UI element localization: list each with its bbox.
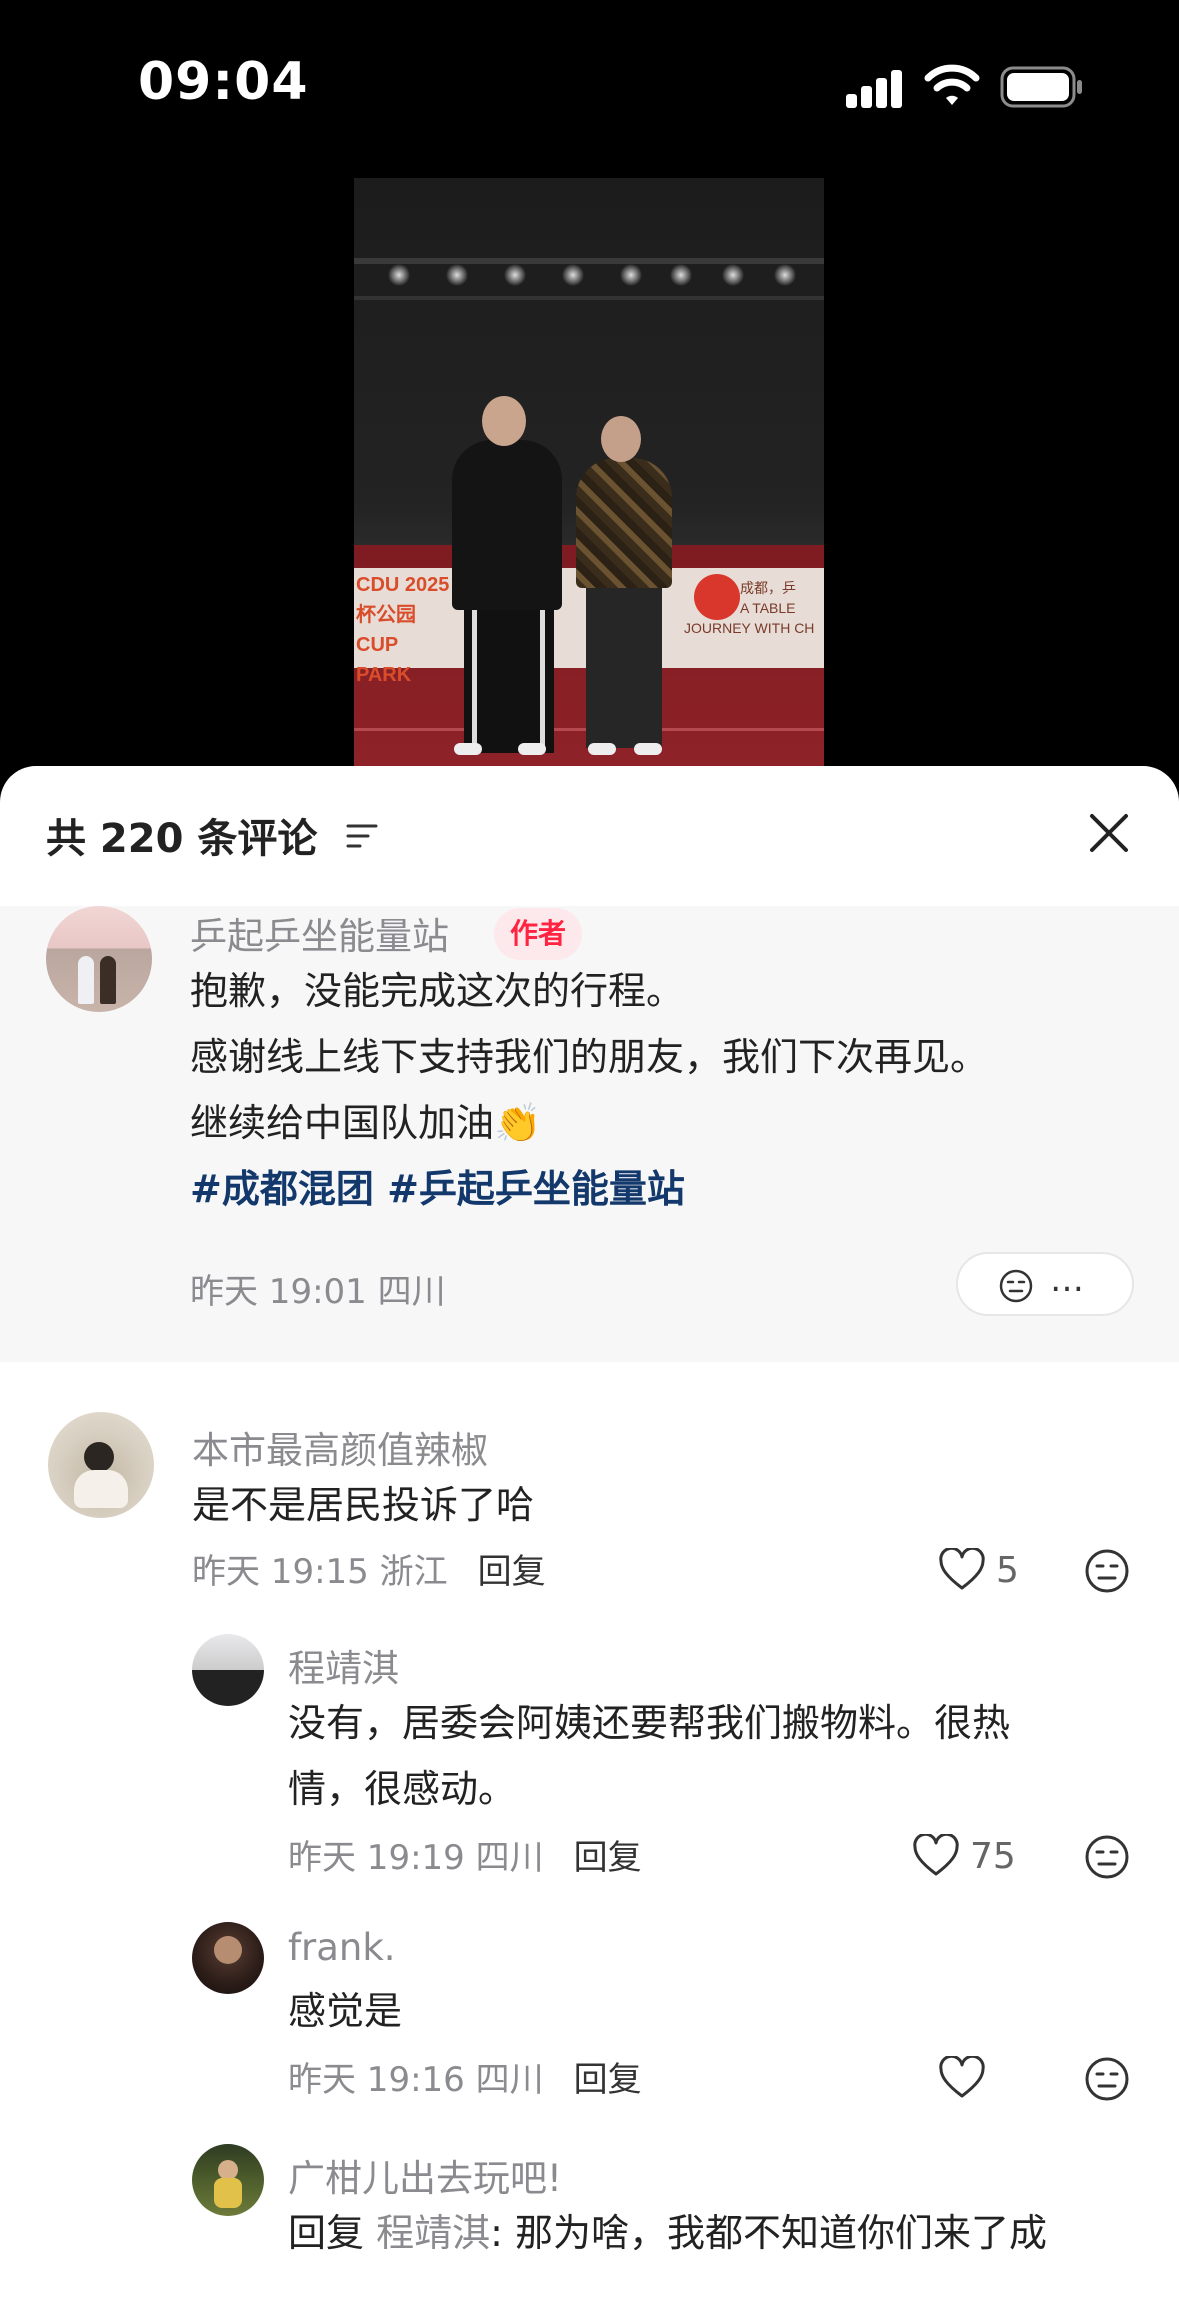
stage-light bbox=[620, 264, 642, 286]
commenter-name[interactable]: 程靖淇 bbox=[288, 1638, 399, 1692]
sort-filter-icon[interactable] bbox=[346, 822, 378, 850]
avatar-figure bbox=[78, 956, 94, 1004]
avatar[interactable] bbox=[48, 1412, 154, 1518]
stage-light bbox=[722, 264, 744, 286]
stage-light bbox=[774, 264, 796, 286]
reply-button[interactable]: 回复 bbox=[574, 1838, 642, 1878]
pants-stripe bbox=[472, 608, 477, 748]
stage-truss-lower bbox=[354, 296, 824, 300]
reply-button[interactable]: 回复 bbox=[574, 2060, 642, 2100]
comment-text: 回复 程靖淇: 那为啥，我都不知道你们来了成 bbox=[288, 2211, 1048, 2255]
person-legs bbox=[586, 583, 662, 748]
comment-meta: 昨天 19:16 四川 回复 bbox=[288, 2060, 642, 2100]
status-time: 09:04 bbox=[138, 52, 309, 112]
commenter-name[interactable]: frank. bbox=[288, 1926, 396, 1969]
shoe bbox=[518, 743, 546, 755]
neutral-face-icon[interactable] bbox=[1084, 2056, 1130, 2102]
stage-truss bbox=[354, 258, 824, 264]
avatar[interactable] bbox=[192, 2144, 264, 2216]
banner-text-left: CDU 2025 杯公园 CUP PARK bbox=[356, 574, 450, 686]
banner-text-right: 成都，乒 A TABLE JOURNEY WITH CH bbox=[684, 580, 815, 636]
commenter-name[interactable]: 乒起乒坐能量站 bbox=[190, 906, 449, 960]
heart-icon[interactable] bbox=[938, 1548, 986, 1592]
comment-text: 没有，居委会阿姨还要帮我们搬物料。很热 情，很感动。 bbox=[288, 1701, 1011, 1811]
pinned-author-comment: 乒起乒坐能量站 作者 抱歉，没能完成这次的行程。 感谢线上线下支持我们的朋友，我… bbox=[0, 906, 1179, 1362]
avatar-figure-body bbox=[74, 1470, 128, 1508]
avatar[interactable] bbox=[192, 1922, 264, 1994]
comment-meta: 昨天 19:01 四川 bbox=[190, 1272, 446, 1312]
shoe bbox=[634, 743, 662, 755]
pants-stripe bbox=[540, 608, 545, 748]
comment-text: 感觉是 bbox=[288, 1989, 403, 2033]
person-right bbox=[576, 458, 672, 588]
author-badge: 作者 bbox=[494, 908, 583, 960]
battery-icon bbox=[1000, 66, 1082, 108]
stage-light bbox=[504, 264, 526, 286]
mention-link[interactable]: 程靖淇 bbox=[376, 2211, 490, 2255]
reply-button[interactable]: 回复 bbox=[478, 1552, 546, 1592]
like-count: 75 bbox=[970, 1836, 1016, 1877]
avatar-figure-head bbox=[218, 2160, 238, 2180]
stage-light bbox=[670, 264, 692, 286]
avatar-figure-head bbox=[84, 1442, 114, 1472]
stage-light bbox=[388, 264, 410, 286]
wifi-icon bbox=[924, 64, 980, 105]
commenter-name[interactable]: 广柑儿出去玩吧! bbox=[288, 2148, 562, 2202]
comment-sheet: 共 220 条评论 乒起乒坐能量站 作者 抱歉，没能完成这次的行程。 感谢线上线… bbox=[0, 766, 1179, 2315]
comment-count-title: 共 220 条评论 bbox=[46, 816, 318, 862]
neutral-face-icon bbox=[999, 1269, 1033, 1303]
heart-icon[interactable] bbox=[912, 1834, 960, 1878]
heart-icon[interactable] bbox=[938, 2056, 986, 2100]
video-player[interactable]: CDU 2025 杯公园 CUP PARK 成都，乒 A TABLE JOURN… bbox=[0, 170, 1179, 770]
avatar-figure-body bbox=[214, 2178, 242, 2208]
reaction-more-pill[interactable]: … bbox=[956, 1252, 1134, 1316]
avatar[interactable] bbox=[192, 1634, 264, 1706]
person-left bbox=[452, 440, 562, 610]
comment-text: 是不是居民投诉了哈 bbox=[192, 1483, 535, 1527]
avatar-figure-head bbox=[214, 1936, 242, 1964]
close-icon[interactable] bbox=[1086, 810, 1132, 856]
commenter-name[interactable]: 本市最高颜值辣椒 bbox=[192, 1420, 488, 1474]
person-head bbox=[601, 416, 641, 462]
status-bar: 09:04 bbox=[0, 0, 1179, 170]
neutral-face-icon[interactable] bbox=[1084, 1834, 1130, 1880]
avatar-figure bbox=[100, 956, 116, 1004]
neutral-face-icon[interactable] bbox=[1084, 1548, 1130, 1594]
person-head bbox=[482, 396, 526, 446]
like-count: 5 bbox=[996, 1550, 1019, 1591]
comment-meta: 昨天 19:15 浙江 回复 bbox=[192, 1552, 546, 1592]
shoe bbox=[588, 743, 616, 755]
avatar[interactable] bbox=[46, 906, 152, 1012]
cellular-signal-icon bbox=[846, 70, 904, 108]
stage-light bbox=[446, 264, 468, 286]
stage-light bbox=[562, 264, 584, 286]
comment-text: 抱歉，没能完成这次的行程。 感谢线上线下支持我们的朋友，我们下次再见。 继续给中… bbox=[190, 958, 988, 1222]
video-frame[interactable]: CDU 2025 杯公园 CUP PARK 成都，乒 A TABLE JOURN… bbox=[354, 178, 824, 770]
sheet-header: 共 220 条评论 bbox=[0, 766, 1179, 906]
comment-meta: 昨天 19:19 四川 回复 bbox=[288, 1838, 642, 1878]
hashtag-links[interactable]: #成都混团 #乒起乒坐能量站 bbox=[190, 1156, 988, 1222]
shoe bbox=[454, 743, 482, 755]
more-dots: … bbox=[1050, 1260, 1086, 1300]
